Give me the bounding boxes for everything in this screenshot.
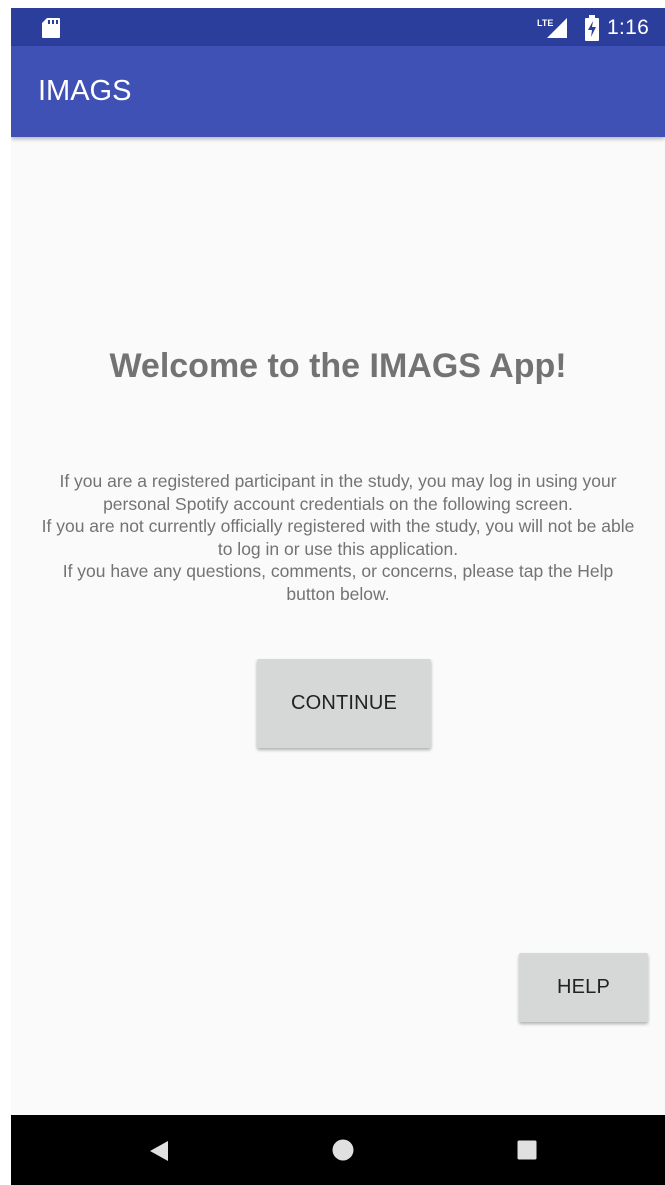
description-line: If you are not currently officially regi…: [41, 516, 635, 559]
home-icon[interactable]: [332, 1139, 354, 1161]
help-button[interactable]: HELP: [519, 953, 648, 1022]
back-icon[interactable]: [149, 1140, 169, 1162]
status-bar: LTE 1:16: [11, 8, 665, 46]
battery-charging-icon: [585, 15, 599, 41]
description-line: If you have any questions, comments, or …: [62, 561, 614, 604]
recents-icon[interactable]: [517, 1140, 537, 1160]
network-type-label: LTE: [537, 18, 553, 28]
phone-screen: LTE 1:16 IMAGS Welcome to the IMAGS App!…: [11, 8, 665, 1185]
app-bar: IMAGS: [11, 46, 665, 137]
lte-signal-icon: LTE: [537, 18, 567, 38]
sd-card-icon: [42, 18, 60, 38]
description-line: If you are a registered participant in t…: [59, 471, 617, 514]
app-title: IMAGS: [38, 75, 132, 107]
main-content: Welcome to the IMAGS App! If you are a r…: [11, 137, 665, 1115]
navigation-bar: [11, 1115, 665, 1185]
welcome-title: Welcome to the IMAGS App!: [109, 347, 567, 385]
status-time: 1:16: [607, 16, 650, 39]
description-text: If you are a registered participant in t…: [41, 470, 635, 605]
continue-button[interactable]: CONTINUE: [257, 659, 431, 748]
